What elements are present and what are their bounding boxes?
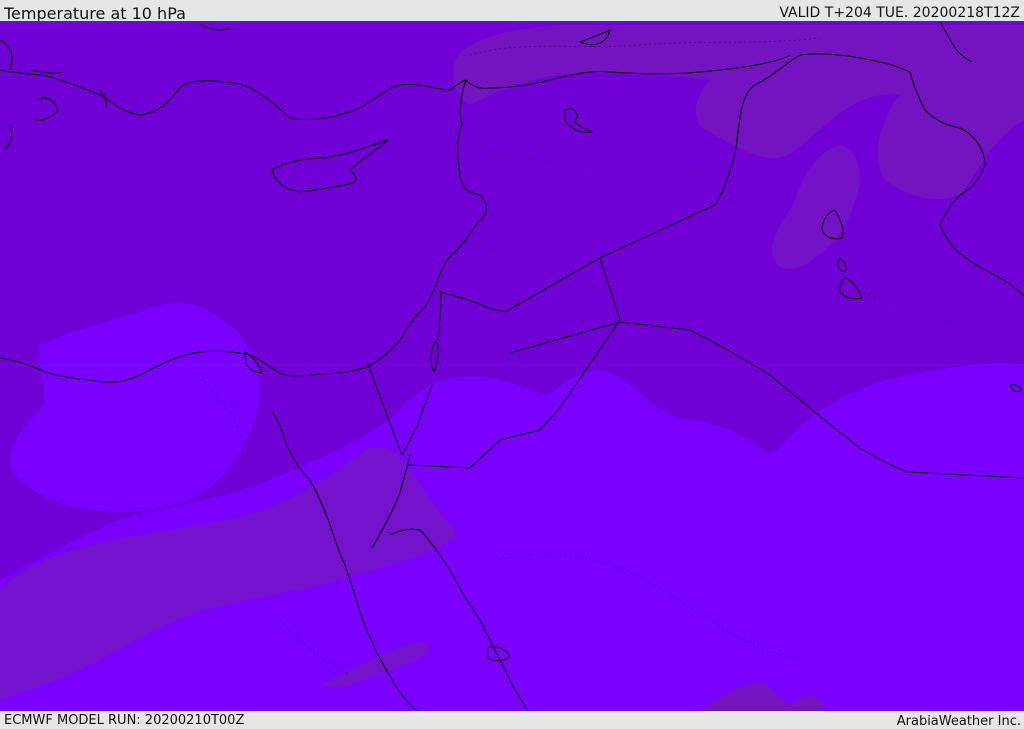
header-bar: Temperature at 10 hPa VALID T+204 TUE. 2… <box>0 0 1024 23</box>
model-run-label: ECMWF MODEL RUN: 20200210T00Z <box>4 713 245 728</box>
weather-map[interactable] <box>0 21 1024 711</box>
credit-label: ArabiaWeather Inc. <box>896 714 1021 729</box>
valid-time: VALID T+204 TUE. 20200218T12Z <box>779 5 1020 21</box>
footer-bar: ECMWF MODEL RUN: 20200210T00Z ArabiaWeat… <box>0 711 1024 729</box>
map-canvas <box>0 21 1024 711</box>
